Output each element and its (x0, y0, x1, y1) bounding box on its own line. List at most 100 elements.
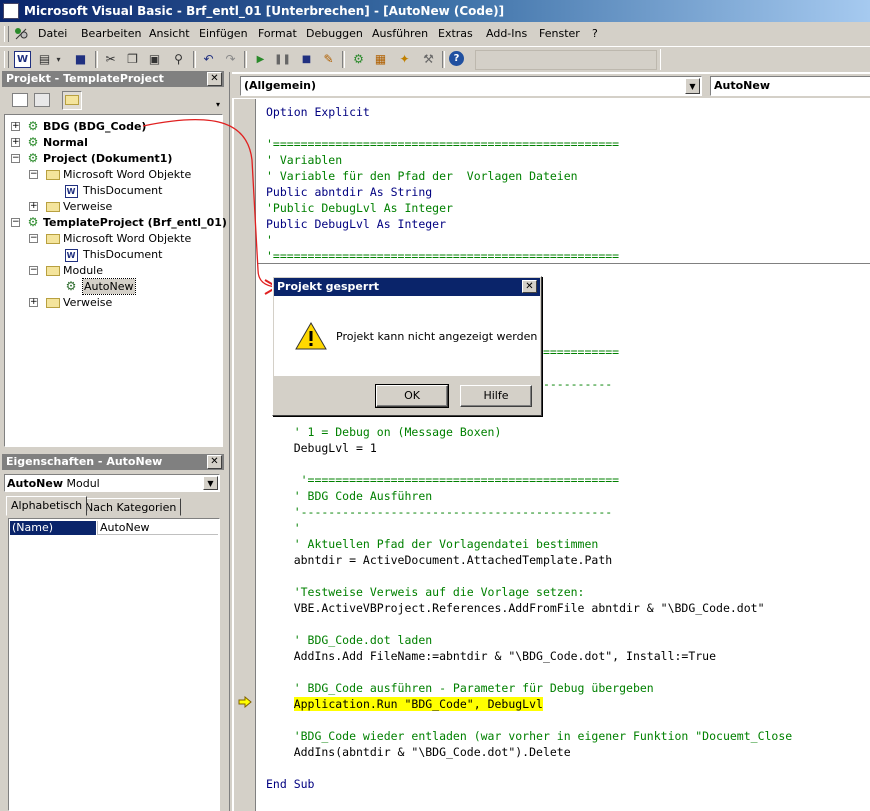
property-value-cell[interactable]: AutoNew (97, 521, 218, 535)
project-explorer-icon[interactable]: ⚙ (350, 51, 367, 68)
tab-alphabetisch[interactable]: Alphabetisch (6, 496, 88, 516)
menu-debuggen[interactable]: Debuggen (306, 27, 363, 40)
project-tree[interactable]: + ⚙ BDG (BDG_Code) + ⚙ Normal − ⚙ Projec… (4, 114, 227, 447)
current-statement-line[interactable]: Application.Run "BDG_Code", DebugLvl (266, 696, 543, 712)
toolbar-separator (95, 51, 98, 68)
object-combo[interactable]: (Allgemein) ▼ (240, 76, 702, 96)
code-line[interactable]: abntdir = ActiveDocument.AttachedTemplat… (266, 552, 613, 568)
chevron-down-icon[interactable]: ▾ (216, 95, 224, 109)
code-line[interactable]: Public DebugLvl As Integer (266, 216, 446, 232)
collapse-icon[interactable]: − (11, 218, 20, 227)
tree-node-label: Microsoft Word Objekte (63, 168, 192, 181)
tab-nach-kategorien[interactable]: Nach Kategorien (80, 498, 182, 516)
close-icon[interactable]: ✕ (522, 280, 537, 293)
menu-bearbeiten[interactable]: Bearbeiten (81, 27, 141, 40)
object-selector[interactable]: AutoNew Modul ▼ (4, 474, 220, 492)
vba-project-icon[interactable] (13, 26, 29, 42)
properties-window-icon[interactable]: ▦ (372, 51, 389, 68)
collapse-icon[interactable]: − (11, 154, 20, 163)
expand-icon[interactable]: + (11, 138, 20, 147)
procedure-combo[interactable]: AutoNew (710, 76, 870, 96)
break-icon[interactable]: ❚❚ (274, 51, 291, 68)
code-line[interactable]: AddIns(abntdir & "\BDG_Code.dot").Delete (266, 744, 571, 760)
reset-icon[interactable]: ■ (298, 51, 315, 68)
menubar-grip[interactable] (4, 26, 9, 42)
tree-node-label: TemplateProject (Brf_entl_01) (43, 216, 227, 229)
code-margin[interactable] (234, 99, 256, 811)
menu-format[interactable]: Format (258, 27, 297, 40)
object-combo-value: (Allgemein) (244, 79, 316, 92)
code-line[interactable]: ' Variable für den Pfad der Vorlagen Dat… (266, 168, 578, 184)
tree-node-label: Verweise (63, 200, 113, 213)
code-line[interactable]: VBE.ActiveVBProject.References.AddFromFi… (266, 600, 765, 616)
chevron-down-icon[interactable]: ▼ (203, 476, 218, 490)
expand-icon[interactable]: + (29, 298, 38, 307)
code-line[interactable]: AddIns.Add FileName:=abntdir & "\BDG_Cod… (266, 648, 716, 664)
ok-button[interactable]: OK (375, 384, 449, 408)
code-line[interactable]: ' BDG_Code.dot laden (266, 632, 432, 648)
code-line[interactable]: Public abntdir As String (266, 184, 432, 200)
code-line[interactable]: '=======================================… (266, 472, 620, 488)
folder-icon (45, 295, 61, 310)
menu-help[interactable]: ? (592, 27, 598, 40)
code-line[interactable]: '=======================================… (266, 136, 619, 152)
code-line[interactable]: ' Variablen (266, 152, 342, 168)
code-line[interactable]: End Sub (266, 776, 314, 792)
code-line[interactable]: '---------------------------------------… (266, 504, 613, 520)
menu-ausfuehren[interactable]: Ausführen (372, 27, 428, 40)
code-line[interactable]: Option Explicit (266, 104, 370, 120)
chevron-down-icon[interactable]: ▼ (685, 78, 700, 94)
expand-icon[interactable]: + (29, 202, 38, 211)
find-icon[interactable]: ⚲ (170, 51, 187, 68)
menu-datei[interactable]: Datei (38, 27, 67, 40)
help-button[interactable]: Hilfe (460, 385, 532, 407)
cut-icon[interactable]: ✂ (102, 51, 119, 68)
menu-add-ins[interactable]: Add-Ins (486, 27, 527, 40)
menu-extras[interactable]: Extras (438, 27, 473, 40)
menu-einfuegen[interactable]: Einfügen (199, 27, 248, 40)
undo-icon[interactable]: ↶ (200, 51, 217, 68)
code-line[interactable]: ' BDG Code Ausführen (266, 488, 432, 504)
insert-dropdown-icon[interactable]: ▾ (50, 51, 67, 68)
expand-icon[interactable]: + (11, 122, 20, 131)
copy-icon[interactable]: ❐ (124, 51, 141, 68)
collapse-icon[interactable]: − (29, 170, 38, 179)
toggle-folders-button[interactable] (62, 91, 82, 110)
paste-icon[interactable]: ▣ (146, 51, 163, 68)
help-icon[interactable]: ? (449, 51, 464, 66)
object-browser-icon[interactable]: ✦ (396, 51, 413, 68)
toolbar-chevron-icon[interactable] (660, 49, 669, 70)
code-line[interactable]: 'Testweise Verweis auf die Vorlage setze… (266, 584, 585, 600)
standard-toolbar: W ▤ ▾ ■ ✂ ❐ ▣ ⚲ ↶ ↷ ▶ ❚❚ ■ ✎ ⚙ ▦ ✦ ⚒ ? (0, 47, 668, 72)
view-word-icon[interactable]: W (14, 51, 31, 68)
code-line[interactable]: ' (266, 520, 301, 536)
menu-ansicht[interactable]: Ansicht (149, 27, 190, 40)
design-mode-icon[interactable]: ✎ (320, 51, 337, 68)
toolbar-grip[interactable] (4, 51, 9, 68)
warning-icon (295, 322, 327, 350)
close-icon[interactable]: ✕ (207, 72, 222, 86)
code-line[interactable]: 'Public DebugLvl As Integer (266, 200, 453, 216)
close-icon[interactable]: ✕ (207, 455, 222, 469)
code-line[interactable]: ' (266, 232, 273, 248)
code-line[interactable]: DebugLvl = 1 (266, 440, 377, 456)
pane-splitter[interactable] (226, 72, 230, 811)
code-line[interactable]: ' BDG_Code ausführen - Parameter für Deb… (266, 680, 654, 696)
view-object-icon[interactable] (34, 93, 50, 107)
run-icon[interactable]: ▶ (252, 51, 269, 68)
vba-project-icon: ⚙ (27, 119, 39, 133)
code-line[interactable]: 'BDG_Code wieder entladen (war vorher in… (266, 728, 793, 744)
procedure-combo-value: AutoNew (714, 79, 770, 92)
property-name-cell[interactable]: (Name) (10, 521, 96, 535)
code-line[interactable]: ' Aktuellen Pfad der Vorlagendatei besti… (266, 536, 599, 552)
collapse-icon[interactable]: − (29, 266, 38, 275)
collapse-icon[interactable]: − (29, 234, 38, 243)
view-code-icon[interactable] (12, 93, 28, 107)
redo-icon[interactable]: ↷ (222, 51, 239, 68)
tree-node-label: Normal (43, 136, 88, 149)
menu-fenster[interactable]: Fenster (539, 27, 580, 40)
code-line[interactable]: ' 1 = Debug on (Message Boxen) (266, 424, 502, 440)
toolbox-icon[interactable]: ⚒ (420, 51, 437, 68)
code-line[interactable]: '=======================================… (266, 248, 619, 264)
save-icon[interactable]: ■ (72, 51, 89, 68)
